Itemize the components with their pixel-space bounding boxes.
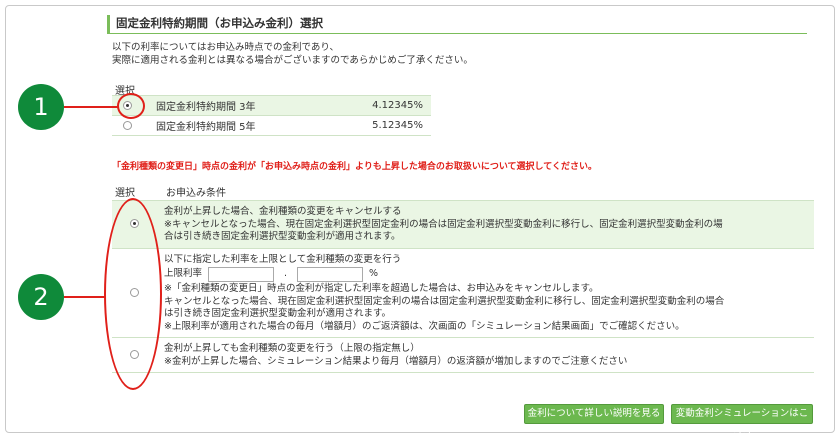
notice-line-1: 以下の利率についてはお申込み時点での金利であり、 [112, 42, 340, 53]
notice-text: 以下の利率についてはお申込み時点での金利であり、 実際に適用される金利とは異なる… [112, 41, 473, 67]
condition-row-cap[interactable]: 以下に指定した利率を上限として金利種類の変更を行う 上限利率 . % ※「金利種… [112, 247, 814, 338]
notice-line-2: 実際に適用される金利とは異なる場合がございますのであらかじめご了承ください。 [112, 55, 473, 66]
condition-no-cap-note: ※金利が上昇した場合、シミュレーション結果より毎月（増額月）の返済額が増加します… [164, 355, 628, 367]
rate-5year-value: 5.12345% [302, 115, 431, 136]
conditions-select-header: 選択 [115, 188, 135, 199]
rate-row-5year[interactable]: 固定金利特約期間 5年 5.12345% [112, 115, 431, 136]
decimal-point: . [284, 268, 288, 280]
cap-rate-row: 上限利率 . % [164, 266, 808, 283]
condition-row-no-cap[interactable]: 金利が上昇しても金利種類の変更を行う（上限の指定無し） ※金利が上昇した場合、シ… [112, 337, 814, 373]
rate-5year-radio[interactable] [122, 120, 132, 130]
annotation-connector-1 [64, 106, 118, 108]
rates-table: 固定金利特約期間 3年 4.12345% 固定金利特約期間 5年 5.12345… [112, 95, 431, 136]
annotation-badge-2: 2 [18, 274, 64, 320]
condition-cancel-note: ※キャンセルとなった場合、現在固定金利選択型固定金利の場合は固定金利選択型変動金… [164, 218, 723, 230]
cap-rate-decimal-input[interactable] [297, 267, 364, 282]
condition-cancel-title: 金利が上昇した場合、金利種類の変更をキャンセルする [164, 206, 402, 217]
rate-row-3year[interactable]: 固定金利特約期間 3年 4.12345% [112, 95, 431, 116]
rate-5year-name: 固定金利特約期間 5年 [142, 115, 302, 136]
condition-cap-note-1: ※「金利種類の変更日」時点の金利が指定した利率を超過した場合は、お申込みをキャン… [164, 283, 599, 294]
condition-cap-note-2: キャンセルとなった場合、現在固定金利選択型固定金利の場合は固定金利選択型変動金利… [164, 295, 725, 307]
annotation-oval-2 [104, 198, 162, 390]
cap-rate-integer-input[interactable] [208, 267, 275, 282]
rate-3year-name: 固定金利特約期間 3年 [142, 95, 302, 116]
rate-3year-value: 4.12345% [302, 95, 431, 116]
condition-cap-title: 以下に指定した利率を上限として金利種類の変更を行う [164, 253, 402, 265]
condition-row-cancel[interactable]: 金利が上昇した場合、金利種類の変更をキャンセルする ※キャンセルとなった場合、現… [112, 200, 814, 249]
section-title: 固定金利特約期間（お申込み金利）選択 [107, 15, 807, 34]
cap-rate-label: 上限利率 [164, 268, 203, 280]
conditions-header: お申込み条件 [166, 188, 226, 199]
condition-no-cap-title: 金利が上昇しても金利種類の変更を行う（上限の指定無し） [164, 343, 420, 354]
condition-cap-note-3: は引き続き固定金利選択型変動金利が適用されます。 [164, 308, 392, 319]
annotation-oval-1 [117, 93, 145, 119]
annotation-connector-2 [64, 296, 106, 298]
annotation-badge-1: 1 [18, 84, 64, 130]
percent-sign: % [369, 268, 379, 280]
rate-explanation-button[interactable]: 金利について詳しい説明を見る [524, 404, 664, 424]
condition-cap-note-4: ※上限利率が適用された場合の毎月（増額月）のご返済額は、次画面の「シミュレーショ… [164, 320, 685, 332]
conditions-table: 金利が上昇した場合、金利種類の変更をキャンセルする ※キャンセルとなった場合、現… [112, 200, 814, 373]
condition-cancel-note-2: 合は引き続き固定金利選択型変動金利が適用されます。 [164, 231, 401, 242]
floating-rate-simulation-button[interactable]: 変動金利シミュレーションはこちら [671, 404, 813, 437]
warning-text: 「金利種類の変更日」時点の金利が「お申込み時点の金利」よりも上昇した場合のお取扱… [112, 162, 598, 172]
